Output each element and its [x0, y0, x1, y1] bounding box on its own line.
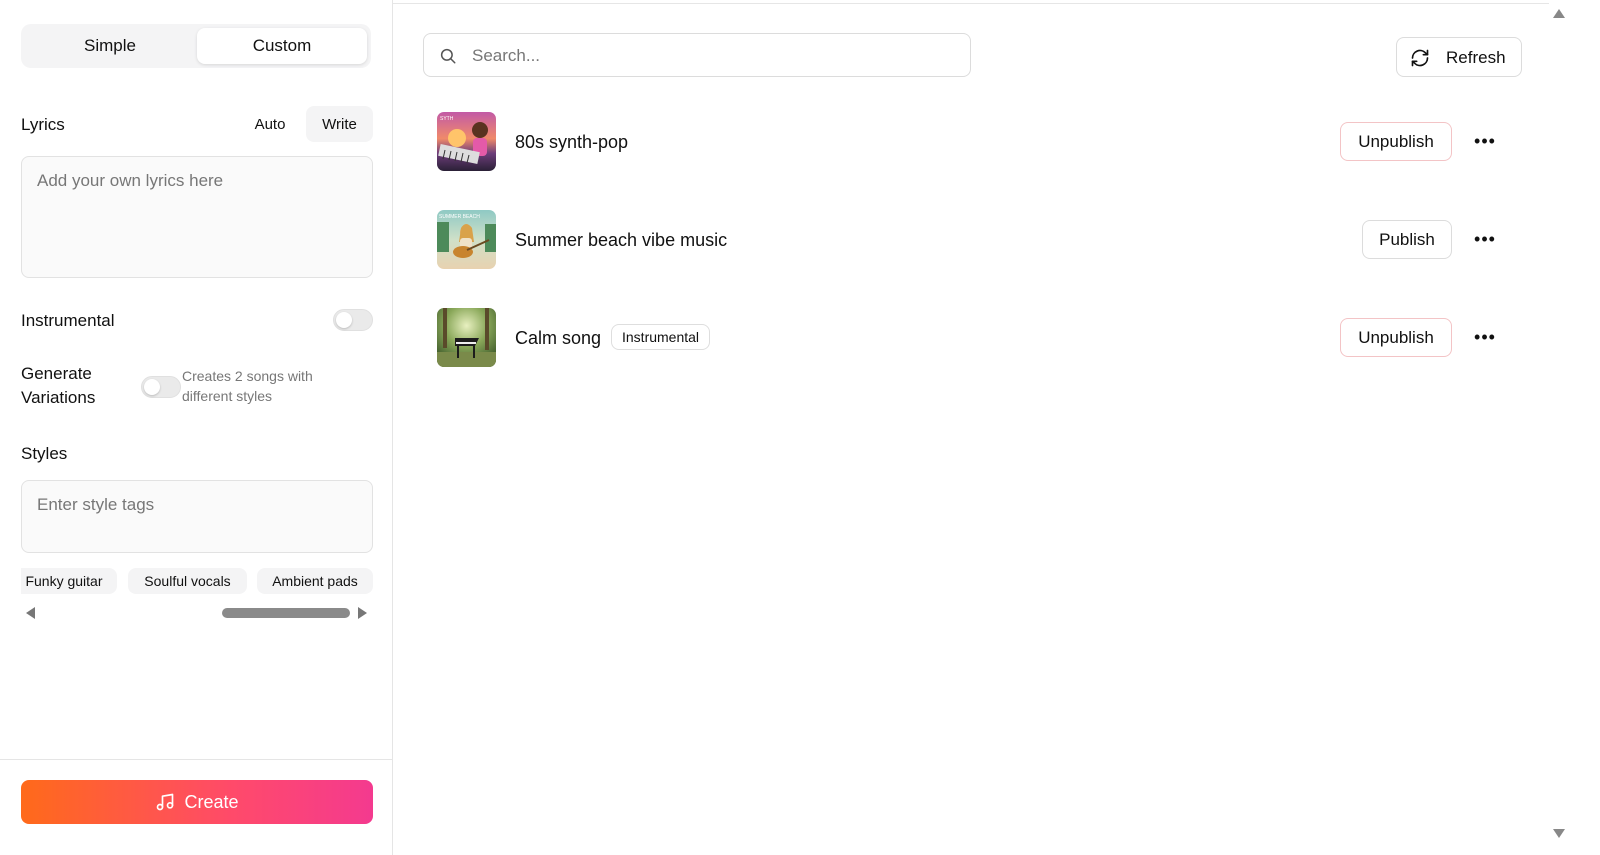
instrumental-tag: Instrumental [611, 324, 711, 350]
create-button-label: Create [184, 791, 239, 812]
create-panel: Simple Custom Lyrics Auto Write Add your… [0, 0, 393, 855]
style-chip[interactable]: Ambient pads [257, 568, 373, 594]
lyrics-textarea[interactable]: Add your own lyrics here [21, 156, 373, 278]
scroll-up-arrow-icon[interactable] [1553, 9, 1565, 18]
page-scrollbar[interactable] [1549, 0, 1568, 855]
search-icon [440, 48, 456, 64]
song-row[interactable]: Calm song Instrumental Unpublish ••• [437, 308, 1522, 368]
styles-textarea[interactable]: Enter style tags [21, 480, 373, 553]
style-chip[interactable]: Funky guitar [21, 568, 117, 594]
generate-variations-description: Creates 2 songs with different styles [182, 368, 313, 404]
more-options-icon[interactable]: ••• [1474, 228, 1496, 250]
styles-label: Styles [21, 444, 68, 463]
song-row[interactable]: SUMMER BEACH Summer beach vibe music Pub… [437, 210, 1522, 270]
generate-variations-label: Generate Variations [21, 364, 96, 407]
lyrics-label: Lyrics [21, 115, 65, 134]
more-options-icon[interactable]: ••• [1474, 326, 1496, 348]
scroll-left-arrow-icon[interactable] [26, 607, 35, 619]
scroll-down-arrow-icon[interactable] [1553, 829, 1565, 838]
refresh-button[interactable]: Refresh [1396, 37, 1522, 77]
lyrics-auto-button[interactable]: Auto [244, 106, 296, 142]
mode-custom-tab[interactable]: Custom [197, 28, 367, 64]
search-bar [423, 33, 971, 77]
generate-variations-toggle[interactable] [141, 376, 181, 398]
cover-text: SUMMER BEACH [439, 214, 480, 220]
publish-button[interactable]: Publish [1362, 220, 1452, 259]
mode-switch: Simple Custom [21, 24, 371, 68]
music-note-icon [157, 793, 174, 811]
search-input[interactable] [472, 44, 952, 68]
instrumental-toggle[interactable] [333, 309, 373, 331]
song-cover-image [437, 308, 496, 367]
toggle-knob [336, 312, 352, 328]
instrumental-label: Instrumental [21, 311, 115, 330]
cover-text: SYTH [440, 116, 454, 122]
song-cover-image: SUMMER BEACH [437, 210, 496, 269]
style-suggestions-scrollbar[interactable] [21, 605, 373, 621]
create-form: Simple Custom Lyrics Auto Write Add your… [21, 0, 373, 760]
song-title[interactable]: Calm song [515, 328, 601, 349]
scroll-right-arrow-icon[interactable] [358, 607, 367, 619]
unpublish-button[interactable]: Unpublish [1340, 318, 1452, 357]
style-suggestions: Funky guitar Soulful vocals Ambient pads [21, 568, 373, 594]
toggle-knob [144, 379, 160, 395]
refresh-icon [1411, 49, 1429, 67]
mode-simple-tab[interactable]: Simple [25, 28, 195, 64]
scrollbar-thumb[interactable] [222, 608, 350, 618]
song-title[interactable]: 80s synth-pop [515, 132, 628, 153]
song-row[interactable]: SYTH 80s synth-pop Unpublish ••• [437, 112, 1522, 172]
unpublish-button[interactable]: Unpublish [1340, 122, 1452, 161]
style-chip[interactable]: Soulful vocals [128, 568, 247, 594]
lyrics-write-button[interactable]: Write [306, 106, 373, 142]
create-button[interactable]: Create [21, 780, 373, 824]
song-cover-image: SYTH [437, 112, 496, 171]
create-footer: Create [0, 759, 392, 855]
more-options-icon[interactable]: ••• [1474, 130, 1496, 152]
song-title[interactable]: Summer beach vibe music [515, 230, 727, 251]
refresh-label: Refresh [1446, 48, 1506, 67]
